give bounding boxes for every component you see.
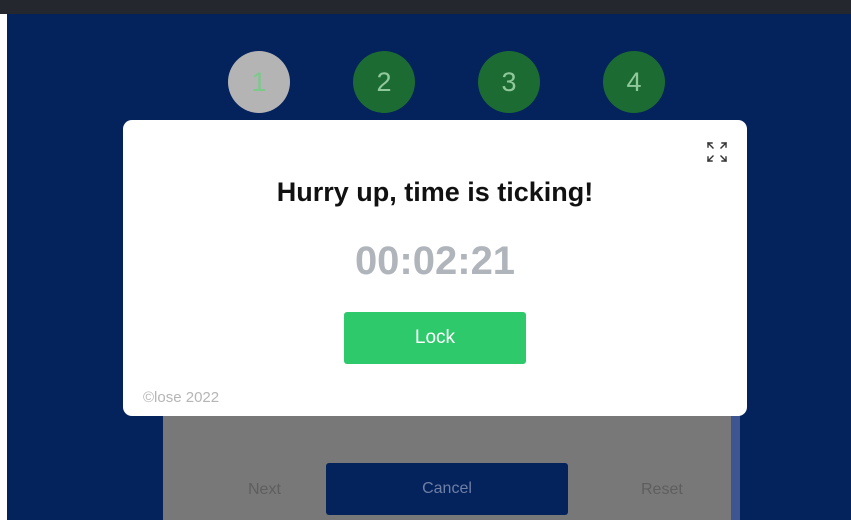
timer-modal: Hurry up, time is ticking! 00:02:21 Lock… bbox=[123, 120, 747, 416]
expand-button[interactable] bbox=[705, 140, 729, 164]
step-indicator-1: 1 bbox=[228, 51, 290, 113]
step-number: 3 bbox=[501, 67, 517, 97]
step-indicator-2: 2 bbox=[353, 51, 415, 113]
expand-icon bbox=[707, 142, 727, 162]
screen: 1 2 3 4 Next Cancel Reset Hurry up, time… bbox=[0, 0, 851, 520]
lock-button[interactable]: Lock bbox=[344, 312, 526, 364]
copyright-text: ©lose 2022 bbox=[143, 389, 220, 406]
top-bar bbox=[0, 0, 851, 14]
step-indicator-3: 3 bbox=[478, 51, 540, 113]
step-number: 1 bbox=[251, 67, 267, 97]
cancel-button[interactable]: Cancel bbox=[326, 463, 568, 515]
modal-title: Hurry up, time is ticking! bbox=[276, 177, 594, 207]
next-link[interactable]: Next bbox=[248, 480, 281, 500]
countdown-timer: 00:02:21 bbox=[354, 239, 516, 283]
reset-link[interactable]: Reset bbox=[641, 480, 683, 500]
step-number: 4 bbox=[626, 67, 642, 97]
step-number: 2 bbox=[376, 67, 392, 97]
step-indicator-4: 4 bbox=[603, 51, 665, 113]
